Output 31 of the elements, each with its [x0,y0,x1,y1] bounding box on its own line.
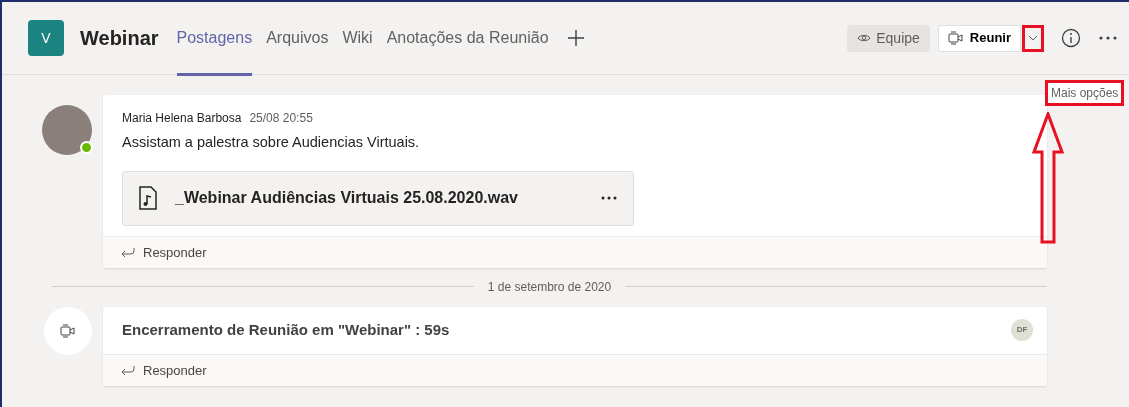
more-options-icon[interactable] [1099,36,1117,40]
reply-button[interactable]: Responder [121,242,207,262]
reply-arrow-icon [121,365,135,376]
message-text: Assistam a palestra sobre Audiencias Virtuais. [122,133,421,152]
tab[interactable]: Anotações da Reunião [386,3,549,76]
info-icon[interactable] [1061,28,1081,48]
add-tab-icon[interactable] [566,29,585,47]
message-text: Encerramento de Reunião em "Webinar" : 59s [122,320,450,340]
attachment-card[interactable]: _Webinar Audiências Virtuais 25.08.2020.wav [122,170,634,226]
reply-button[interactable]: Responder [121,360,207,380]
audio-file-icon [139,186,157,211]
tooltip: Mais opções [1045,80,1125,106]
video-camera-icon [947,31,964,45]
date-separator: 1 de setembro de 2020 [487,278,612,296]
chevron-down-icon [1028,35,1038,41]
tab[interactable]: Postagens [176,3,253,76]
meet-button[interactable]: Reunir [937,24,1021,52]
more-options-icon[interactable] [601,196,617,201]
reply-arrow-icon [121,247,135,258]
team-button[interactable]: Equipe [847,24,930,52]
team-avatar: V [28,20,64,56]
tab[interactable]: Wiki [342,3,373,76]
attachment-name: _Webinar Audiências Virtuais 25.08.2020.wav [175,188,519,209]
video-camera-icon [60,323,76,338]
timestamp: 25/08 20:55 [249,111,313,125]
user-avatar: DF [1011,319,1033,342]
author-name: Maria Helena Barbosa [122,111,242,125]
tab[interactable]: Arquivos [266,3,329,76]
channel-title: Webinar [80,26,159,51]
eye-icon [857,33,872,43]
chevron-button[interactable] [1022,24,1044,52]
